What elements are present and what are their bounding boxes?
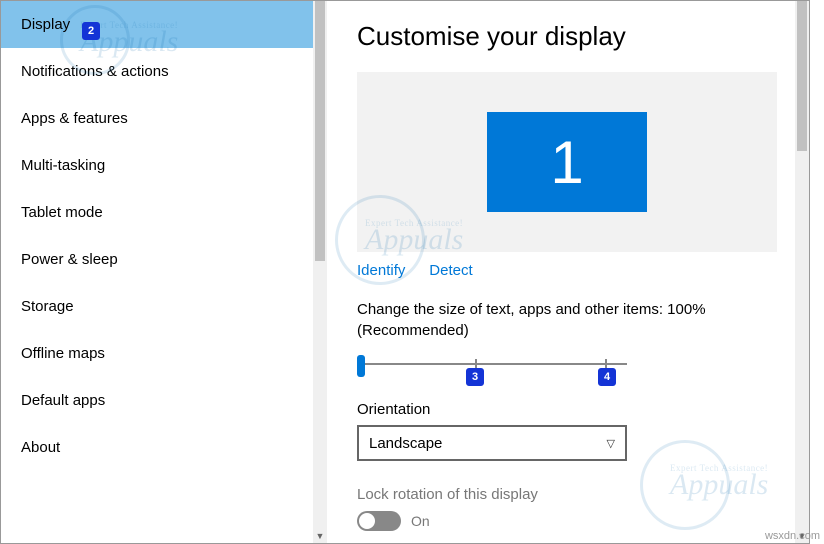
main-pane: Customise your display 1 Identify Detect… [327,1,809,543]
sidebar-item-label: About [21,439,60,456]
sidebar-item-about[interactable]: About [1,424,327,471]
sidebar-item-label: Display [21,16,70,33]
sidebar-item-display[interactable]: Display [1,1,327,48]
sidebar-item-multitasking[interactable]: Multi-tasking [1,142,327,189]
sidebar-item-label: Tablet mode [21,204,103,221]
chevron-down-icon: ▽ [607,437,615,450]
scale-label-line1: Change the size of text, apps and other … [357,301,706,318]
sidebar-item-notifications[interactable]: Notifications & actions [1,48,327,95]
page-title: Customise your display [357,21,779,52]
scroll-thumb[interactable] [797,1,807,151]
display-links: Identify Detect [357,262,779,279]
scale-slider[interactable] [357,351,627,379]
source-credit: wsxdn.com [765,530,820,542]
sidebar-item-label: Default apps [21,392,105,409]
sidebar-item-label: Notifications & actions [21,63,169,80]
sidebar-item-default-apps[interactable]: Default apps [1,377,327,424]
sidebar-item-label: Apps & features [21,110,128,127]
scroll-thumb[interactable] [315,1,325,261]
monitor-thumbnail[interactable]: 1 [487,112,647,212]
sidebar-item-label: Offline maps [21,345,105,362]
annotation-badge-3: 3 [466,368,484,386]
main-scrollbar[interactable]: ▲ ▼ [795,1,809,543]
sidebar-item-storage[interactable]: Storage [1,283,327,330]
sidebar-item-maps[interactable]: Offline maps [1,330,327,377]
identify-link[interactable]: Identify [357,262,405,279]
slider-track [357,363,627,365]
sidebar-scrollbar[interactable]: ▲ ▼ [313,1,327,543]
slider-thumb[interactable] [357,355,365,377]
scale-label-line2: (Recommended) [357,322,469,339]
sidebar-item-tablet[interactable]: Tablet mode [1,189,327,236]
sidebar-item-apps[interactable]: Apps & features [1,95,327,142]
monitor-number: 1 [550,128,583,197]
dropdown-value: Landscape [369,435,442,452]
toggle-value: On [411,513,430,529]
orientation-dropdown[interactable]: Landscape ▽ [357,425,627,461]
monitor-preview-area: 1 [357,72,777,252]
lock-rotation-label: Lock rotation of this display [357,486,779,503]
annotation-badge-4: 4 [598,368,616,386]
scale-label: Change the size of text, apps and other … [357,299,779,341]
sidebar-item-label: Power & sleep [21,251,118,268]
annotation-badge-2: 2 [82,22,100,40]
sidebar: Display Notifications & actions Apps & f… [1,1,327,543]
settings-window: Display Notifications & actions Apps & f… [0,0,810,544]
sidebar-item-label: Storage [21,298,74,315]
orientation-label: Orientation [357,399,779,420]
scroll-down-icon[interactable]: ▼ [313,529,327,543]
lock-rotation-toggle[interactable] [357,511,401,531]
sidebar-item-label: Multi-tasking [21,157,105,174]
detect-link[interactable]: Detect [429,262,472,279]
sidebar-item-power[interactable]: Power & sleep [1,236,327,283]
